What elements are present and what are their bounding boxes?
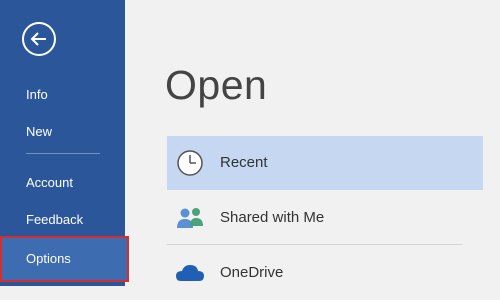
sidebar-item-label: New: [26, 124, 53, 139]
sidebar-item-label: Account: [26, 175, 73, 190]
clock-icon: [177, 150, 203, 176]
sidebar-item-label: Info: [26, 87, 48, 102]
sidebar-item-options[interactable]: Options: [0, 236, 129, 282]
location-recent[interactable]: Recent: [167, 136, 483, 190]
back-arrow-icon: [30, 32, 46, 46]
location-label: OneDrive: [220, 264, 284, 281]
sidebar-item-new[interactable]: New: [0, 114, 125, 150]
backstage-sidebar: Info New Account Feedback Options: [0, 0, 129, 286]
back-button[interactable]: [22, 22, 56, 56]
location-onedrive[interactable]: OneDrive: [167, 246, 483, 300]
sidebar-item-label: Feedback: [26, 212, 84, 227]
sidebar-item-account[interactable]: Account: [0, 165, 125, 201]
sidebar-item-label: Options: [26, 251, 71, 266]
sidebar-item-feedback[interactable]: Feedback: [0, 202, 125, 238]
people-icon: [177, 208, 203, 228]
location-divider: [167, 244, 463, 245]
location-label: Recent: [220, 154, 268, 171]
sidebar-divider: [26, 153, 100, 154]
sidebar-item-info[interactable]: Info: [0, 77, 125, 113]
cloud-icon: [176, 265, 204, 281]
location-shared-with-me[interactable]: Shared with Me: [167, 191, 483, 245]
location-label: Shared with Me: [220, 209, 325, 226]
page-title: Open: [165, 62, 268, 108]
